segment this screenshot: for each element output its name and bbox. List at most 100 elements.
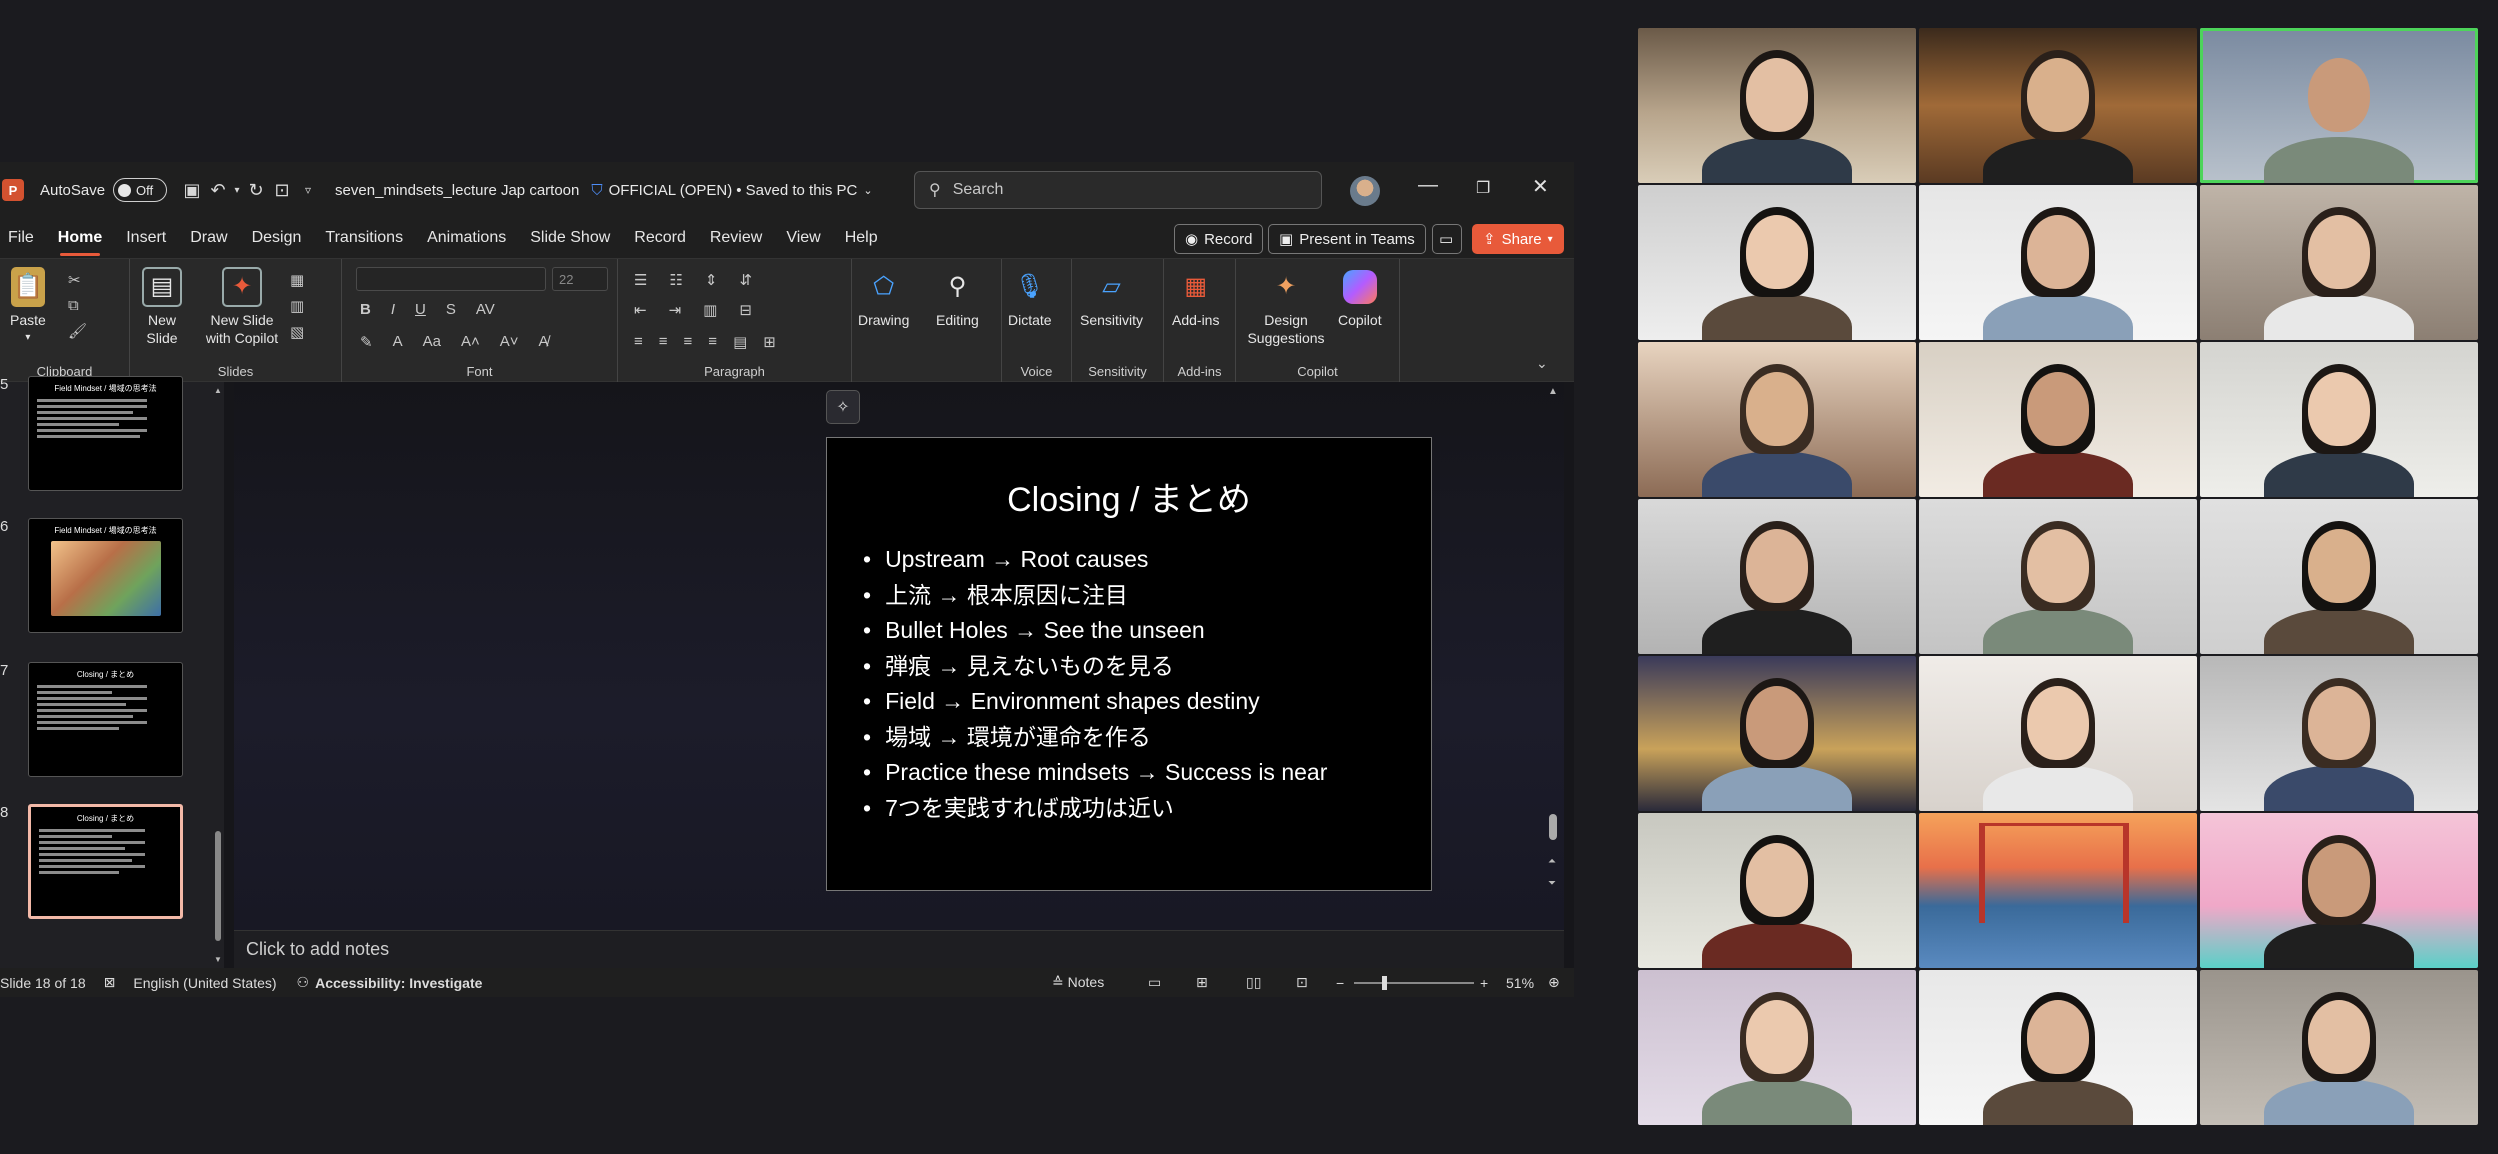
customize-toolbar-icon[interactable]: ▿ bbox=[295, 177, 321, 203]
slide-thumbnail-selected[interactable]: Closing / まとめ bbox=[28, 804, 183, 919]
design-suggestions-button[interactable]: ✦ Design Suggestions bbox=[1244, 267, 1328, 347]
current-slide[interactable]: Closing / まとめ Upstream → Root causes 上流 … bbox=[826, 437, 1432, 891]
slide-bullet-list[interactable]: Upstream → Root causes 上流 → 根本原因に注目 Bull… bbox=[863, 542, 1327, 826]
minimize-icon[interactable]: — bbox=[1418, 174, 1438, 197]
tab-view[interactable]: View bbox=[774, 218, 832, 258]
tab-home[interactable]: Home bbox=[46, 218, 114, 258]
tab-transitions[interactable]: Transitions bbox=[313, 218, 415, 258]
accessibility-status[interactable]: Accessibility: Investigate bbox=[315, 975, 482, 991]
participant-video-tile[interactable] bbox=[1919, 342, 2197, 497]
slide-thumbnail[interactable]: Field Mindset / 場域の思考法 bbox=[28, 376, 183, 491]
tab-review[interactable]: Review bbox=[698, 218, 774, 258]
strikethrough-icon[interactable]: S bbox=[446, 301, 456, 318]
present-from-start-icon[interactable]: ⊡ bbox=[269, 177, 295, 203]
participant-video-tile[interactable] bbox=[1638, 499, 1916, 654]
participant-video-tile[interactable] bbox=[2200, 656, 2478, 811]
slideshow-view-icon[interactable]: ⊡ bbox=[1296, 974, 1308, 991]
clear-format-icon[interactable]: A̸ bbox=[538, 333, 548, 351]
autosave-control[interactable]: AutoSave Off bbox=[40, 178, 168, 202]
numbering-icon[interactable]: ☷ bbox=[669, 271, 682, 289]
spacing-icon[interactable]: AV bbox=[476, 301, 495, 318]
present-in-teams-button[interactable]: ▣ Present in Teams bbox=[1268, 224, 1426, 254]
reset-icon[interactable]: ▥ bbox=[290, 297, 304, 315]
dictate-button[interactable]: 🎙 Dictate bbox=[1008, 267, 1052, 329]
copilot-button[interactable]: Copilot bbox=[1338, 267, 1382, 329]
change-case-icon[interactable]: Aa bbox=[423, 333, 441, 351]
collapse-ribbon-icon[interactable]: ⌄ bbox=[1536, 355, 1548, 372]
copy-icon[interactable]: ⧉ bbox=[68, 297, 87, 314]
align-left-icon[interactable]: ≡ bbox=[634, 333, 643, 351]
cut-icon[interactable]: ✂ bbox=[68, 271, 87, 289]
slide-title[interactable]: Closing / まとめ bbox=[827, 472, 1431, 521]
participant-video-tile[interactable] bbox=[1919, 499, 2197, 654]
addins-button[interactable]: ▦ Add-ins bbox=[1172, 267, 1219, 329]
align-center-icon[interactable]: ≡ bbox=[659, 333, 668, 351]
line-spacing-icon[interactable]: ⇕ bbox=[705, 271, 718, 289]
notes-toggle[interactable]: ≙ Notes bbox=[1052, 974, 1104, 991]
search-input[interactable]: ⚲ Search bbox=[914, 171, 1322, 209]
slide-thumbnail[interactable]: Closing / まとめ bbox=[28, 662, 183, 777]
zoom-in-icon[interactable]: + bbox=[1480, 975, 1488, 991]
new-slide-copilot-button[interactable]: ✦ New Slide with Copilot bbox=[202, 267, 282, 347]
convert-icon[interactable]: ⊞ bbox=[763, 333, 776, 351]
thumbnail-scrollbar[interactable]: ▲ ▼ bbox=[214, 386, 222, 964]
normal-view-icon[interactable]: ▭ bbox=[1148, 974, 1161, 991]
tab-draw[interactable]: Draw bbox=[178, 218, 239, 258]
redo-icon[interactable]: ↻ bbox=[243, 177, 269, 203]
autosave-toggle[interactable]: Off bbox=[113, 178, 168, 202]
new-slide-button[interactable]: ▤ New Slide bbox=[142, 267, 182, 347]
save-status[interactable]: • Saved to this PC bbox=[736, 182, 857, 199]
layout-icon[interactable]: ▦ bbox=[290, 271, 304, 289]
tab-design[interactable]: Design bbox=[240, 218, 314, 258]
tab-file[interactable]: File bbox=[0, 218, 46, 258]
participant-video-tile[interactable] bbox=[1919, 970, 2197, 1125]
format-painter-icon[interactable]: 🖌 bbox=[68, 322, 87, 340]
font-color-icon[interactable]: A bbox=[393, 333, 403, 351]
record-button[interactable]: ◉ Record bbox=[1174, 224, 1264, 254]
bullets-icon[interactable]: ☰ bbox=[634, 271, 647, 289]
restore-icon[interactable]: ❐ bbox=[1476, 178, 1490, 198]
zoom-level[interactable]: 51% bbox=[1506, 975, 1534, 991]
align-text-icon[interactable]: ⊟ bbox=[739, 301, 752, 319]
participant-video-tile[interactable] bbox=[2200, 499, 2478, 654]
tab-slide-show[interactable]: Slide Show bbox=[518, 218, 622, 258]
file-name[interactable]: seven_mindsets_lecture Jap cartoon bbox=[335, 182, 579, 199]
close-icon[interactable]: ✕ bbox=[1532, 174, 1549, 199]
participant-video-tile[interactable] bbox=[2200, 185, 2478, 340]
chevron-down-icon[interactable]: ⌄ bbox=[863, 184, 872, 197]
participant-video-tile[interactable] bbox=[1638, 28, 1916, 183]
grow-font-icon[interactable]: A˄ bbox=[461, 333, 480, 351]
shrink-font-icon[interactable]: A˅ bbox=[500, 333, 519, 351]
participant-video-tile[interactable] bbox=[2200, 342, 2478, 497]
justify-icon[interactable]: ≡ bbox=[708, 333, 717, 351]
participant-video-tile[interactable] bbox=[1919, 28, 2197, 183]
participant-video-tile[interactable] bbox=[1638, 970, 1916, 1125]
decrease-indent-icon[interactable]: ⇤ bbox=[634, 301, 647, 319]
participant-video-tile[interactable] bbox=[1919, 813, 2197, 968]
participant-video-tile[interactable] bbox=[1638, 342, 1916, 497]
section-icon[interactable]: ▧ bbox=[290, 323, 304, 341]
reading-view-icon[interactable]: ▯▯ bbox=[1246, 974, 1261, 991]
account-avatar[interactable] bbox=[1350, 176, 1380, 206]
underline-icon[interactable]: U bbox=[415, 301, 426, 318]
notes-pane[interactable]: Click to add notes bbox=[234, 930, 1564, 968]
tab-insert[interactable]: Insert bbox=[114, 218, 178, 258]
undo-icon[interactable]: ↶ bbox=[205, 177, 231, 203]
zoom-slider[interactable] bbox=[1354, 976, 1474, 990]
fit-slide-icon[interactable]: ⊕ bbox=[1548, 974, 1560, 991]
align-right-icon[interactable]: ≡ bbox=[684, 333, 693, 351]
comments-button[interactable]: ▭ bbox=[1432, 224, 1462, 254]
columns-icon[interactable]: ▥ bbox=[703, 301, 717, 319]
participant-video-tile[interactable] bbox=[1638, 813, 1916, 968]
tab-help[interactable]: Help bbox=[833, 218, 890, 258]
zoom-out-icon[interactable]: − bbox=[1336, 975, 1344, 991]
zoom-slider-thumb[interactable] bbox=[1382, 976, 1387, 990]
scroll-up-icon[interactable]: ▲ bbox=[1548, 386, 1558, 397]
previous-slide-icon[interactable]: ⏶ bbox=[1548, 856, 1556, 867]
language-indicator[interactable]: English (United States) bbox=[133, 975, 276, 991]
sensitivity-label[interactable]: ⛉ OFFICIAL (OPEN) bbox=[591, 182, 732, 199]
highlight-icon[interactable]: ✎ bbox=[360, 333, 373, 351]
slide-sorter-icon[interactable]: ⊞ bbox=[1196, 974, 1208, 991]
italic-icon[interactable]: I bbox=[391, 301, 395, 318]
participant-video-tile[interactable] bbox=[1919, 185, 2197, 340]
